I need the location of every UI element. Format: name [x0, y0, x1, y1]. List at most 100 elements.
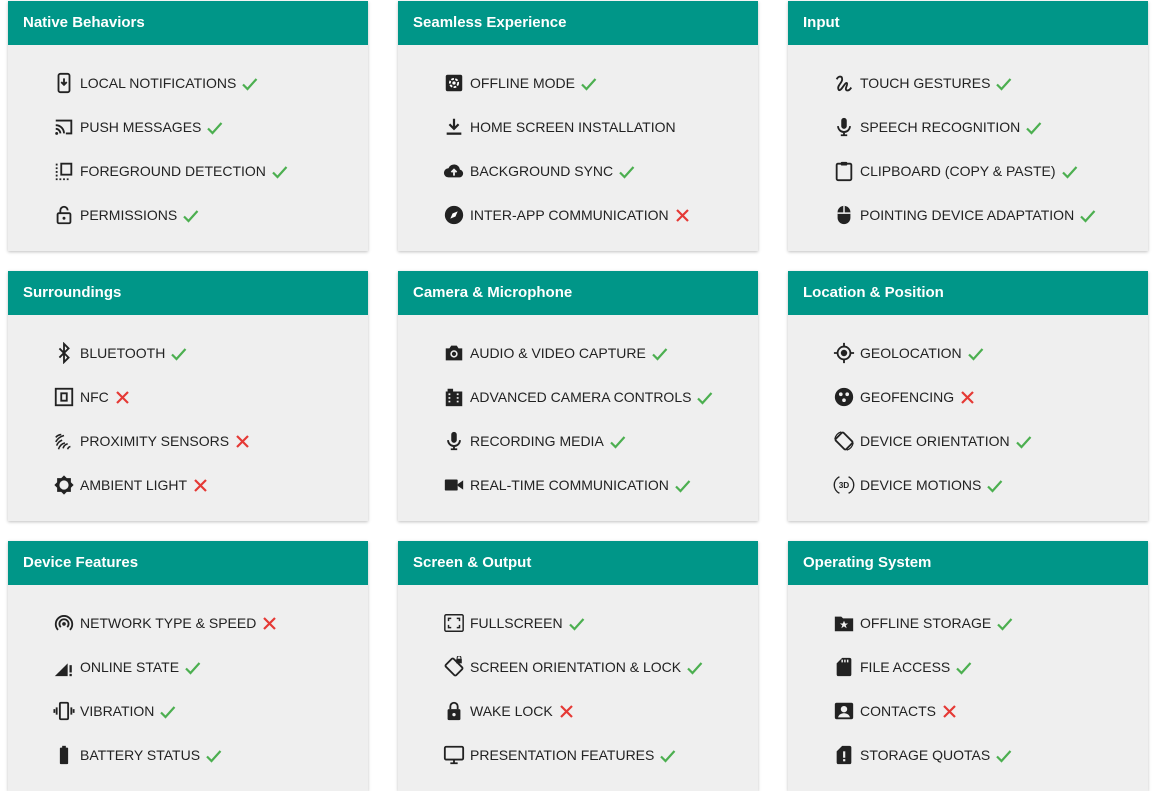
check-icon: [184, 659, 201, 676]
feature-item: VIBRATION: [52, 699, 176, 723]
lock-icon: [442, 699, 466, 723]
feature-card: Input TOUCH GESTURES SPEECH RECOGNITION CLI…: [788, 1, 1148, 251]
card-title: Input: [788, 1, 1148, 45]
feature-label: OFFLINE STORAGE: [860, 615, 992, 631]
feature-label: BATTERY STATUS: [80, 747, 201, 763]
check-icon: [159, 703, 176, 720]
screen-lock-rotation-icon: [442, 655, 466, 679]
check-icon: [241, 75, 258, 92]
clipboard-icon: [832, 159, 856, 183]
signal-alert-icon: [52, 655, 76, 679]
feature-item: CONTACTS: [832, 699, 958, 723]
feature-item: GEOLOCATION: [832, 341, 984, 365]
check-icon: [206, 119, 223, 136]
feature-item: FULLSCREEN: [442, 611, 585, 635]
check-icon: [205, 747, 222, 764]
brightness-icon: [52, 473, 76, 497]
check-icon: [182, 207, 199, 224]
cross-icon: [558, 703, 575, 720]
check-icon: [995, 747, 1012, 764]
check-icon: [696, 389, 713, 406]
check-icon: [967, 345, 984, 362]
feature-card: Native Behaviors LOCAL NOTIFICATIONS PUSH …: [8, 1, 368, 251]
feature-label: POINTING DEVICE ADAPTATION: [860, 207, 1075, 223]
feature-item: NETWORK TYPE & SPEED: [52, 611, 278, 635]
mouse-icon: [832, 203, 856, 227]
cloud-upload-icon: [442, 159, 466, 183]
check-icon: [986, 477, 1003, 494]
gesture-icon: [832, 71, 856, 95]
folder-star-icon: [832, 611, 856, 635]
cross-icon: [192, 477, 209, 494]
check-icon: [955, 659, 972, 676]
feature-card: Surroundings BLUETOOTH NFC PROXIMITY SENSOR…: [8, 271, 368, 521]
feature-item: ONLINE STATE: [52, 655, 201, 679]
cross-icon: [114, 389, 131, 406]
feature-label: REAL-TIME COMMUNICATION: [470, 477, 669, 493]
cross-icon: [941, 703, 958, 720]
feature-label: OFFLINE MODE: [470, 75, 576, 91]
feature-label: LOCAL NOTIFICATIONS: [80, 75, 237, 91]
fullscreen-icon: [442, 611, 466, 635]
feature-item: LOCAL NOTIFICATIONS: [52, 71, 258, 95]
feature-item: NFC: [52, 385, 131, 409]
check-icon: [651, 345, 668, 362]
feature-label: BACKGROUND SYNC: [470, 163, 614, 179]
vibration-icon: [52, 699, 76, 723]
feature-label: DEVICE MOTIONS: [860, 477, 982, 493]
feature-card: Device Features NETWORK TYPE & SPEED ONLIN…: [8, 541, 368, 791]
nfc-icon: [52, 385, 76, 409]
monitor-icon: [442, 743, 466, 767]
check-icon: [170, 345, 187, 362]
card-title: Location & Position: [788, 271, 1148, 315]
feature-card: Camera & Microphone AUDIO & VIDEO CAPTURE…: [398, 271, 758, 521]
sd-card-icon: [832, 655, 856, 679]
card-title: Device Features: [8, 541, 368, 585]
screen-rotation-icon: [832, 429, 856, 453]
gear-box-icon: [442, 71, 466, 95]
cross-icon: [674, 207, 691, 224]
check-icon: [1025, 119, 1042, 136]
feature-label: SCREEN ORIENTATION & LOCK: [470, 659, 682, 675]
feature-item: GEOFENCING: [832, 385, 976, 409]
check-icon: [271, 163, 288, 180]
feature-label: BLUETOOTH: [80, 345, 166, 361]
check-icon: [618, 163, 635, 180]
feature-label: AUDIO & VIDEO CAPTURE: [470, 345, 646, 361]
check-icon: [686, 659, 703, 676]
check-icon: [1061, 163, 1078, 180]
phone-download-icon: [52, 71, 76, 95]
cross-icon: [234, 433, 251, 450]
feature-label: FOREGROUND DETECTION: [80, 163, 266, 179]
check-icon: [659, 747, 676, 764]
feature-item: 3D DEVICE MOTIONS: [832, 473, 1003, 497]
feature-label: AMBIENT LIGHT: [80, 477, 188, 493]
cast-icon: [52, 115, 76, 139]
compass-icon: [442, 203, 466, 227]
feature-item: FILE ACCESS: [832, 655, 972, 679]
feature-card: Seamless Experience OFFLINE MODE HOME SCRE…: [398, 1, 758, 251]
camera-roll-icon: [442, 385, 466, 409]
feature-item: STORAGE QUOTAS: [832, 743, 1012, 767]
feature-item: BACKGROUND SYNC: [442, 159, 635, 183]
feature-label: ONLINE STATE: [80, 659, 180, 675]
proximity-icon: [52, 429, 76, 453]
feature-label: WAKE LOCK: [470, 703, 553, 719]
contact-icon: [832, 699, 856, 723]
feature-label: ADVANCED CAMERA CONTROLS: [470, 389, 692, 405]
feature-label: HOME SCREEN INSTALLATION: [470, 119, 676, 135]
feature-item: AMBIENT LIGHT: [52, 473, 209, 497]
feature-label: STORAGE QUOTAS: [860, 747, 991, 763]
rotate-3d-icon: 3D: [832, 473, 856, 497]
download-icon: [442, 115, 466, 139]
feature-card: Location & Position GEOLOCATION GEOFENCING…: [788, 271, 1148, 521]
card-title: Screen & Output: [398, 541, 758, 585]
feature-item: SCREEN ORIENTATION & LOCK: [442, 655, 703, 679]
feature-item: AUDIO & VIDEO CAPTURE: [442, 341, 668, 365]
feature-label: SPEECH RECOGNITION: [860, 119, 1021, 135]
feature-item: PERMISSIONS: [52, 203, 199, 227]
feature-item: SPEECH RECOGNITION: [832, 115, 1042, 139]
feature-label: GEOLOCATION: [860, 345, 962, 361]
feature-label: NETWORK TYPE & SPEED: [80, 615, 257, 631]
card-title: Native Behaviors: [8, 1, 368, 45]
